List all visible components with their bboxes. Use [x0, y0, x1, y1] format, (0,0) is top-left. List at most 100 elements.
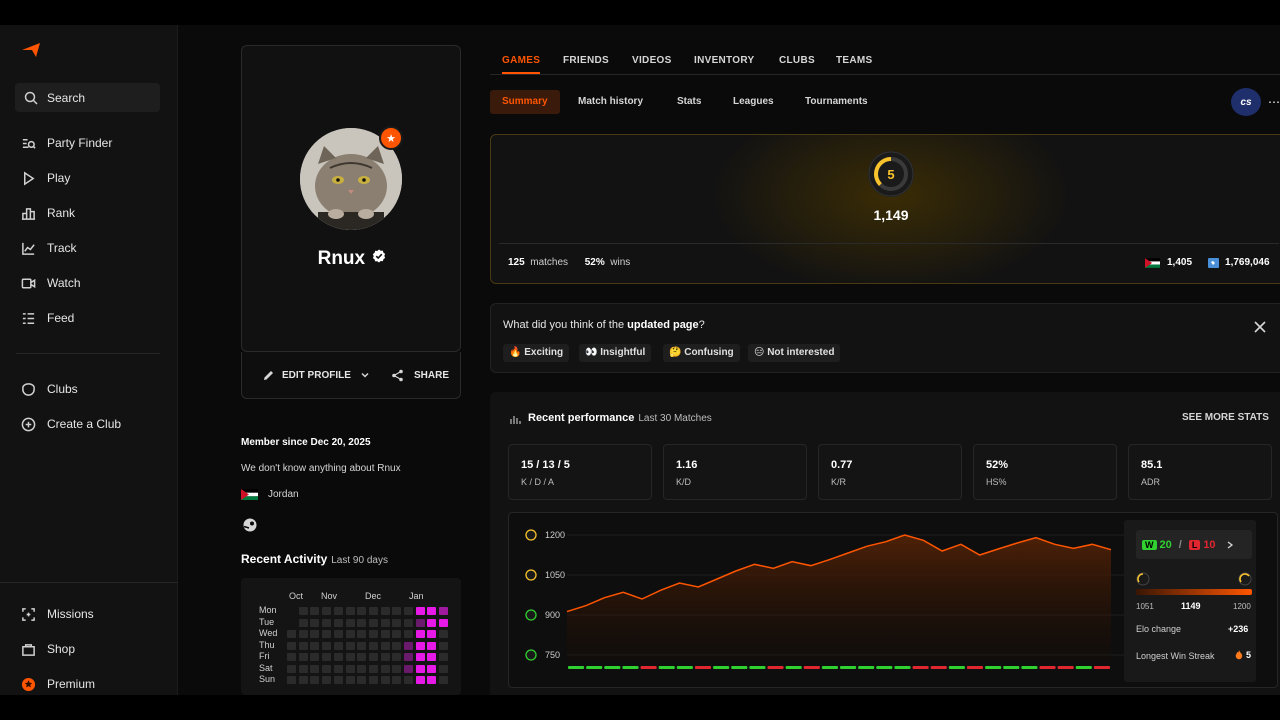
heatmap-cell[interactable]: [404, 630, 413, 638]
heatmap-cell[interactable]: [322, 653, 332, 661]
heatmap-cell[interactable]: [404, 607, 413, 615]
heatmap-cell[interactable]: [287, 664, 296, 673]
heatmap-cell[interactable]: [345, 630, 355, 638]
match-result-mark[interactable]: [694, 666, 712, 669]
heatmap-cell[interactable]: [368, 607, 378, 615]
sidebar-item-create-club[interactable]: Create a Club: [21, 414, 121, 434]
heatmap-cell[interactable]: [310, 676, 320, 684]
sidebar-item-missions[interactable]: Missions: [21, 604, 94, 624]
sidebar-item-clubs[interactable]: Clubs: [21, 379, 78, 399]
subtab-tournaments[interactable]: Tournaments: [805, 90, 868, 114]
heatmap-cell[interactable]: [310, 641, 320, 650]
heatmap-cell[interactable]: [427, 607, 437, 615]
heatmap-cell[interactable]: [298, 664, 308, 673]
close-icon[interactable]: [1253, 320, 1267, 334]
match-result-mark[interactable]: [912, 666, 929, 669]
heatmap-cell[interactable]: [439, 641, 449, 650]
subtab-summary[interactable]: Summary: [490, 90, 560, 114]
match-result-mark[interactable]: [894, 666, 911, 669]
heatmap-cell[interactable]: [415, 630, 425, 638]
heatmap-cell[interactable]: [439, 630, 449, 638]
heatmap-cell[interactable]: [380, 664, 390, 673]
match-result-mark[interactable]: [1057, 666, 1074, 669]
survey-option-not-interested[interactable]: 😑 Not interested: [748, 344, 841, 362]
survey-option-confusing[interactable]: 🤔 Confusing: [663, 344, 740, 362]
heatmap-cell[interactable]: [392, 664, 402, 673]
heatmap-cell[interactable]: [380, 676, 390, 684]
match-result-mark[interactable]: [749, 666, 766, 669]
see-more-stats-link[interactable]: SEE MORE STATS: [1182, 412, 1269, 423]
heatmap-cell[interactable]: [322, 664, 332, 673]
heatmap-cell[interactable]: [380, 630, 390, 638]
match-result-mark[interactable]: [713, 666, 730, 669]
heatmap-cell[interactable]: [333, 630, 343, 638]
heatmap-cell[interactable]: [310, 607, 320, 615]
heatmap-cell[interactable]: [345, 607, 355, 615]
heatmap-cell[interactable]: [345, 618, 355, 627]
match-result-mark[interactable]: [840, 666, 857, 669]
match-result-mark[interactable]: [966, 666, 984, 669]
heatmap-cell[interactable]: [322, 641, 332, 650]
heatmap-cell[interactable]: [404, 618, 413, 627]
heatmap-cell[interactable]: [368, 664, 378, 673]
heatmap-cell[interactable]: [333, 607, 343, 615]
sidebar-item-party-finder[interactable]: Party Finder: [21, 133, 112, 153]
match-result-mark[interactable]: [1075, 666, 1092, 669]
heatmap-cell[interactable]: [415, 664, 425, 673]
tab-friends[interactable]: FRIENDS: [563, 55, 609, 66]
tab-inventory[interactable]: INVENTORY: [694, 55, 755, 66]
subtab-stats[interactable]: Stats: [677, 90, 701, 114]
match-result-mark[interactable]: [676, 666, 693, 669]
heatmap-cell[interactable]: [287, 676, 296, 684]
heatmap-cell[interactable]: [287, 653, 296, 661]
heatmap-cell[interactable]: [345, 653, 355, 661]
match-result-mark[interactable]: [568, 666, 585, 669]
search-input[interactable]: Search: [15, 83, 160, 112]
heatmap-cell[interactable]: [357, 607, 367, 615]
heatmap-cell[interactable]: [368, 618, 378, 627]
match-result-mark[interactable]: [858, 666, 875, 669]
heatmap-cell[interactable]: [322, 676, 332, 684]
heatmap-cell[interactable]: [392, 641, 402, 650]
heatmap-cell[interactable]: [380, 618, 390, 627]
heatmap-cell[interactable]: [415, 653, 425, 661]
heatmap-cell[interactable]: [357, 641, 367, 650]
heatmap-cell[interactable]: [298, 618, 308, 627]
match-result-mark[interactable]: [948, 666, 965, 669]
heatmap-cell[interactable]: [287, 630, 296, 638]
share-button[interactable]: SHARE: [391, 369, 449, 382]
match-result-mark[interactable]: [785, 666, 802, 669]
heatmap-cell[interactable]: [298, 630, 308, 638]
heatmap-cell[interactable]: [322, 630, 332, 638]
heatmap-cell[interactable]: [310, 664, 320, 673]
heatmap-cell[interactable]: [298, 676, 308, 684]
heatmap-cell[interactable]: [333, 664, 343, 673]
heatmap-cell[interactable]: [298, 607, 308, 615]
heatmap-cell[interactable]: [357, 653, 367, 661]
heatmap-cell[interactable]: [392, 607, 402, 615]
heatmap-cell[interactable]: [310, 630, 320, 638]
heatmap-cell[interactable]: [415, 607, 425, 615]
heatmap-cell[interactable]: [404, 676, 413, 684]
heatmap-cell[interactable]: [404, 641, 413, 650]
heatmap-cell[interactable]: [333, 676, 343, 684]
heatmap-cell[interactable]: [368, 676, 378, 684]
tab-games[interactable]: GAMES: [502, 55, 541, 74]
tab-clubs[interactable]: CLUBS: [779, 55, 815, 66]
subtab-match-history[interactable]: Match history: [578, 90, 643, 114]
heatmap-cell[interactable]: [333, 618, 343, 627]
heatmap-cell[interactable]: [427, 618, 437, 627]
heatmap-cell[interactable]: [439, 676, 449, 684]
heatmap-cell[interactable]: [357, 618, 367, 627]
sidebar-item-track[interactable]: Track: [21, 238, 77, 258]
heatmap-cell[interactable]: [439, 618, 449, 627]
heatmap-cell[interactable]: [310, 653, 320, 661]
sidebar-item-watch[interactable]: Watch: [21, 273, 81, 293]
heatmap-cell[interactable]: [380, 653, 390, 661]
heatmap-cell[interactable]: [427, 653, 437, 661]
heatmap-cell[interactable]: [298, 653, 308, 661]
game-selector-cs[interactable]: cs: [1231, 88, 1261, 116]
more-options-icon[interactable]: ⋯: [1268, 95, 1280, 109]
heatmap-cell[interactable]: [287, 641, 296, 650]
sidebar-item-feed[interactable]: Feed: [21, 308, 74, 328]
